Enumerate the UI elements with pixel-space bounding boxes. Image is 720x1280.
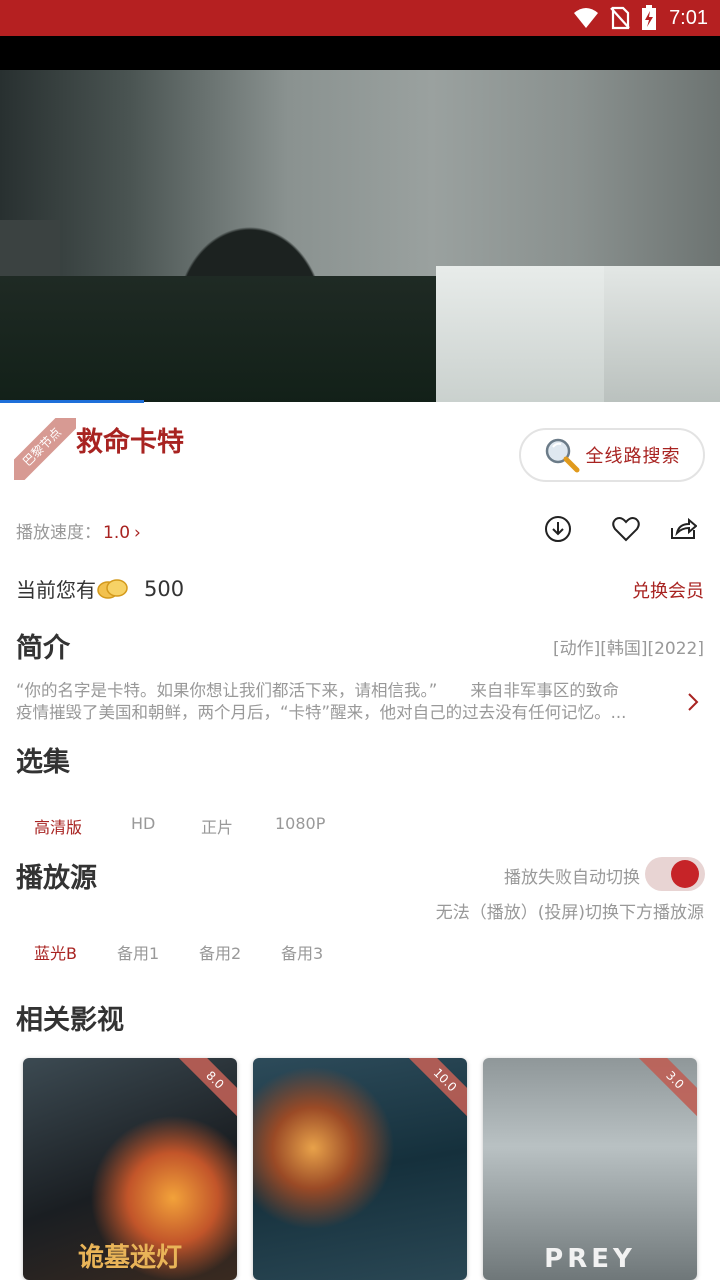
related-card[interactable]: 10.0 — [253, 1058, 467, 1280]
share-icon[interactable] — [668, 514, 698, 544]
source-list: 蓝光B 备用1 备用2 备用3 — [0, 940, 720, 968]
episode-list: 高清版 HD 正片 1080P — [0, 814, 720, 842]
sources-heading: 播放源 — [16, 863, 97, 894]
poster-title: 诡墓迷灯 — [77, 1243, 182, 1273]
chevron-right-icon: › — [134, 523, 141, 543]
playback-speed[interactable]: 播放速度： 1.0 › — [16, 518, 141, 543]
battery-charging-icon — [642, 5, 657, 30]
episode-item[interactable]: 高清版 — [34, 814, 82, 838]
coin-balance: 当前您有 500 — [16, 576, 185, 603]
auto-switch-toggle[interactable] — [645, 856, 705, 892]
related-heading: 相关影视 — [16, 1005, 124, 1036]
no-sim-icon — [610, 6, 630, 30]
chevron-right-icon[interactable] — [686, 692, 700, 712]
speed-value: 1.0 — [103, 523, 131, 543]
search-label: 全线路搜索 — [585, 446, 681, 467]
favorite-heart-icon[interactable] — [611, 514, 641, 544]
related-card[interactable]: 8.0 诡墓迷灯 — [23, 1058, 237, 1280]
genre-tags: [动作][韩国][2022] — [552, 639, 704, 659]
video-frame — [0, 70, 720, 402]
status-bar: 7:01 — [0, 0, 720, 36]
coins-icon — [97, 578, 128, 599]
source-item[interactable]: 蓝光B — [34, 940, 77, 964]
episode-item[interactable]: HD — [131, 814, 155, 833]
synopsis[interactable]: “你的名字是卡特。如果你想让我们都活下来，请相信我。” 来自非军事区的致命 疫情… — [16, 680, 686, 724]
video-player[interactable] — [0, 36, 720, 402]
movie-title: 救命卡特 — [76, 427, 184, 458]
redeem-vip-link[interactable]: 兑换会员 — [632, 577, 704, 603]
episode-item[interactable]: 正片 — [201, 814, 233, 838]
auto-switch-label: 播放失败自动切换 — [504, 868, 640, 888]
clock: 7:01 — [669, 6, 708, 29]
episode-item[interactable]: 1080P — [275, 814, 325, 833]
coin-count: 500 — [144, 576, 185, 601]
source-item[interactable]: 备用1 — [117, 940, 159, 964]
magnifier-icon — [545, 438, 579, 473]
node-ribbon: 巴黎节点 — [14, 418, 76, 480]
related-list: 8.0 诡墓迷灯 10.0 3.0 PREY — [0, 1058, 720, 1280]
rating-badge: 8.0 — [172, 1058, 237, 1123]
video-progress-bar[interactable] — [0, 400, 144, 403]
poster-title: PREY — [544, 1244, 636, 1274]
rating-badge: 3.0 — [632, 1058, 697, 1123]
episodes-heading: 选集 — [16, 747, 70, 778]
wifi-icon — [574, 8, 599, 28]
intro-heading: 简介 — [16, 633, 70, 664]
related-card[interactable]: 3.0 PREY — [483, 1058, 697, 1280]
source-item[interactable]: 备用2 — [199, 940, 241, 964]
source-item[interactable]: 备用3 — [281, 940, 323, 964]
search-all-routes-button[interactable]: 全线路搜索 — [519, 428, 705, 482]
download-icon[interactable] — [543, 514, 573, 544]
source-hint: 无法（播放）(投屏)切换下方播放源 — [435, 903, 704, 923]
rating-badge: 10.0 — [402, 1058, 467, 1123]
